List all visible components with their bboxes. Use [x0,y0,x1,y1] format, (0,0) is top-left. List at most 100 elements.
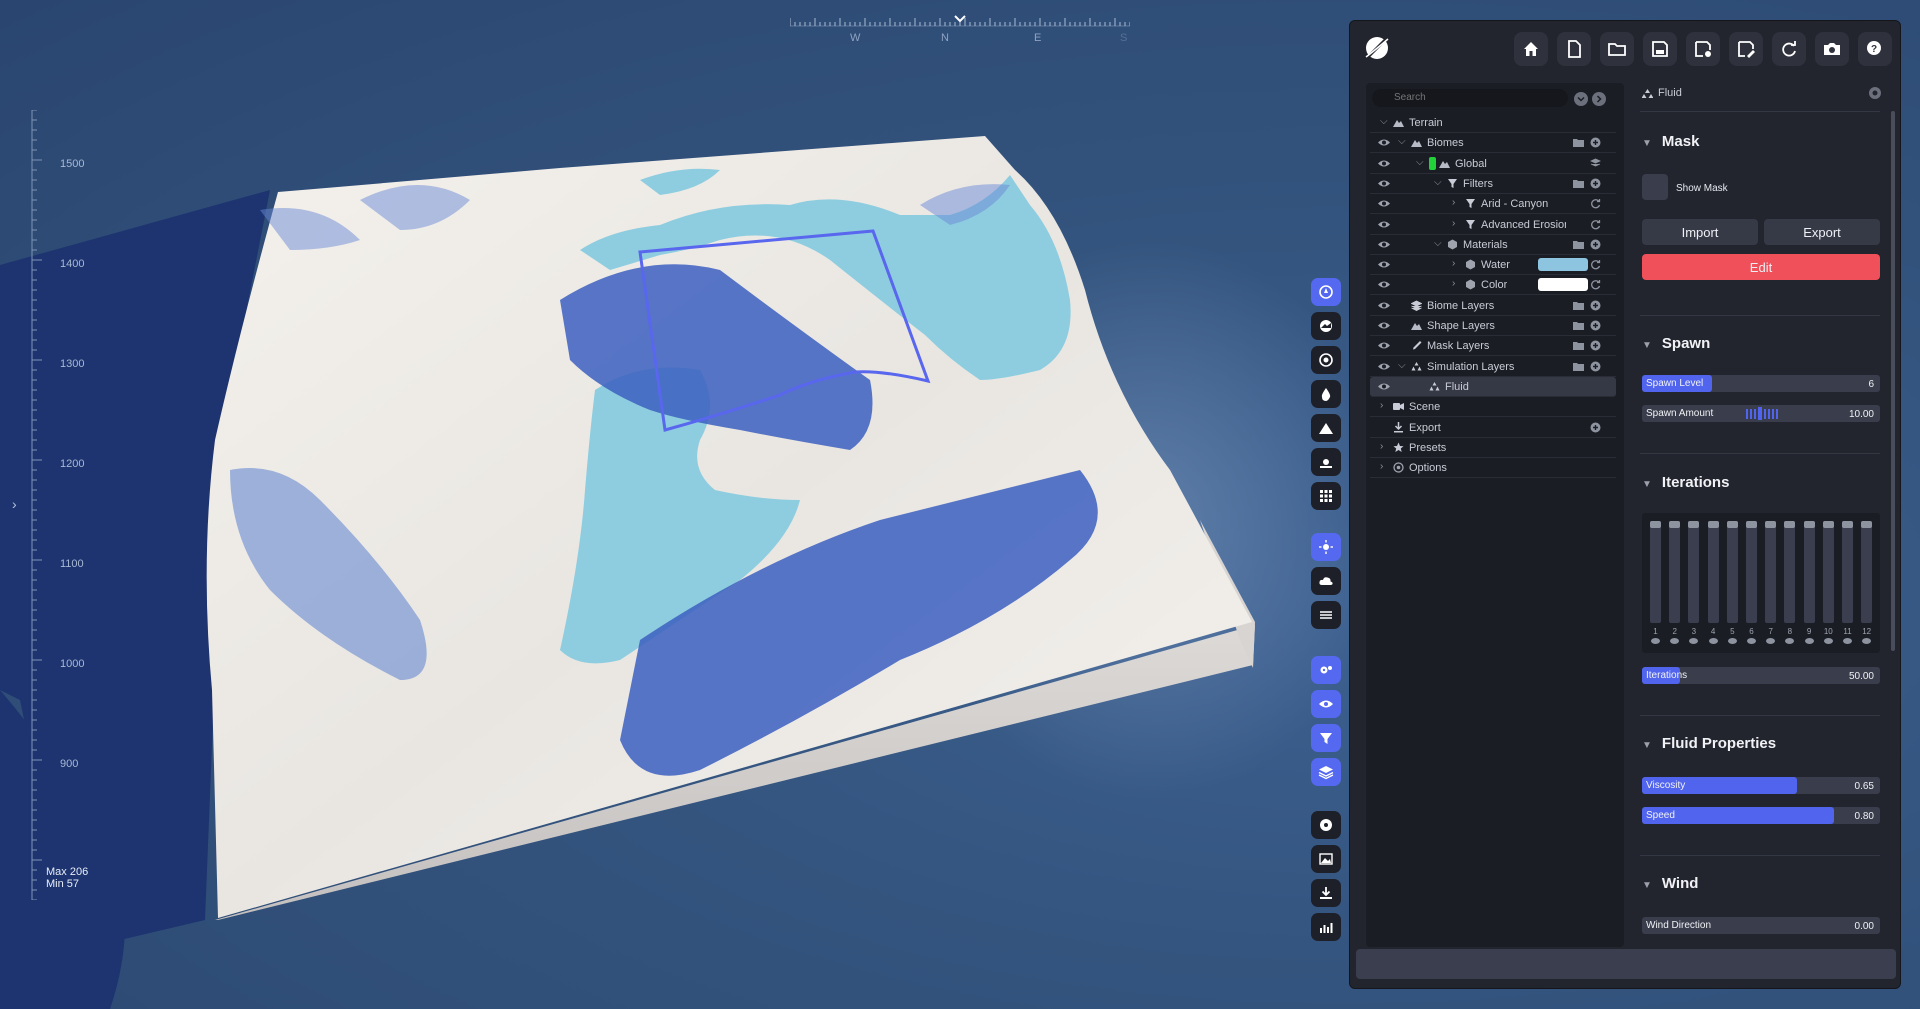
chevron-right-icon[interactable]: › [1452,278,1455,289]
tree-item[interactable]: ⌵ Biomes [1370,133,1616,154]
iteration-eye-icon[interactable] [1823,638,1833,644]
chevron-down-icon[interactable]: ⌵ [1398,360,1406,371]
visibility-eye-icon[interactable] [1377,381,1391,392]
save-as-icon[interactable] [1729,32,1763,66]
iteration-bar-handle[interactable] [1669,521,1681,528]
search-input[interactable] [1372,89,1568,107]
iterations-section-header[interactable]: ▼ Iterations [1642,474,1729,491]
iteration-eye-icon[interactable] [1804,638,1814,644]
add-icon[interactable] [1590,239,1601,250]
globe-icon[interactable] [1311,278,1341,306]
iteration-bar-handle[interactable] [1688,521,1700,528]
color-swatch[interactable] [1538,278,1588,292]
folder-icon[interactable] [1573,300,1584,311]
add-icon[interactable] [1590,300,1601,311]
save-settings-icon[interactable] [1686,32,1720,66]
image-icon[interactable] [1311,845,1341,873]
folder-icon[interactable] [1573,361,1584,372]
iteration-bar-handle[interactable] [1707,521,1719,528]
iteration-bar-handle[interactable] [1842,521,1853,528]
iteration-bar-handle[interactable] [1784,521,1796,528]
spawn-section-header[interactable]: ▼ Spawn [1642,335,1710,352]
iteration-bar[interactable] [1861,521,1873,623]
home-icon[interactable] [1514,32,1548,66]
properties-scrollbar[interactable] [1891,111,1895,651]
show-mask-checkbox[interactable] [1642,174,1668,200]
add-icon[interactable] [1590,178,1601,189]
iterations-graph[interactable]: 1 2 3 4 5 6 7 8 9 10 11 12 [1642,513,1880,653]
visibility-eye-icon[interactable] [1377,198,1391,209]
mask-section-header[interactable]: ▼ Mask [1642,133,1699,150]
iteration-eye-icon[interactable] [1651,638,1660,644]
chevron-right-icon[interactable]: › [1380,441,1383,452]
iteration-bar[interactable] [1650,521,1661,623]
settings-icon[interactable] [1868,86,1882,100]
iteration-bar[interactable] [1842,521,1853,623]
target-icon[interactable] [1311,346,1341,374]
layers-icon[interactable] [1311,758,1341,786]
tree-item[interactable]: › Advanced Erosion - Sc [1370,215,1616,235]
iteration-eye-icon[interactable] [1670,638,1680,644]
tree-item[interactable]: › Color [1370,275,1616,296]
folder-icon[interactable] [1573,320,1584,331]
water-drop-icon[interactable] [1311,380,1341,408]
visibility-eye-icon[interactable] [1377,300,1391,311]
speed-slider[interactable]: Speed 0.80 [1642,807,1880,824]
iteration-bar[interactable] [1784,521,1796,623]
open-folder-icon[interactable] [1600,32,1634,66]
refresh-icon[interactable] [1590,279,1601,290]
tree-item[interactable]: ⌵ Materials [1370,235,1616,255]
iteration-bar[interactable] [1669,521,1681,623]
visibility-eye-icon[interactable] [1377,259,1391,270]
stack-icon[interactable] [1590,158,1601,169]
visibility-eye-icon[interactable] [1377,320,1391,331]
visibility-eye-icon[interactable] [1377,239,1391,250]
chevron-right-icon[interactable]: › [1452,218,1455,229]
fog-icon[interactable] [1311,601,1341,629]
iteration-bar-handle[interactable] [1765,521,1777,528]
visibility-eye-icon[interactable] [1377,178,1391,189]
visibility-eye-icon[interactable] [1377,158,1391,169]
save-icon[interactable] [1643,32,1677,66]
tree-item[interactable]: Export [1370,418,1616,438]
iteration-eye-icon[interactable] [1785,638,1795,644]
iteration-eye-icon[interactable] [1766,638,1776,644]
tree-item[interactable]: › Options [1370,458,1616,479]
chevron-right-icon[interactable] [1592,92,1606,106]
visibility-eye-icon[interactable] [1377,219,1391,230]
iteration-eye-icon[interactable] [1689,638,1699,644]
eye-icon[interactable] [1311,690,1341,718]
tree-item[interactable]: › Scene [1370,397,1616,418]
chevron-down-icon[interactable] [1574,92,1588,106]
spawn-amount-slider[interactable]: Spawn Amount 10.00 [1642,405,1880,422]
folder-icon[interactable] [1573,239,1584,250]
help-icon[interactable]: ? [1858,32,1892,66]
iteration-bar-handle[interactable] [1861,521,1873,528]
iteration-bar-handle[interactable] [1650,521,1661,528]
refresh-icon[interactable] [1772,32,1806,66]
visibility-eye-icon[interactable] [1377,340,1391,351]
wind-section-header[interactable]: ▼ Wind [1642,875,1698,892]
iteration-bar[interactable] [1726,521,1738,623]
add-icon[interactable] [1590,137,1601,148]
filter-icon[interactable] [1311,724,1341,752]
visibility-eye-icon[interactable] [1377,137,1391,148]
visibility-eye-icon[interactable] [1377,361,1391,372]
iteration-bar-handle[interactable] [1746,521,1757,528]
refresh-icon[interactable] [1590,198,1601,209]
export-button[interactable]: Export [1764,219,1880,245]
tree-item[interactable]: Shape Layers [1370,316,1616,336]
iteration-bar-handle[interactable] [1822,521,1834,528]
iteration-bar-handle[interactable] [1726,521,1738,528]
iteration-bar[interactable] [1688,521,1700,623]
chevron-right-icon[interactable]: › [12,496,17,512]
chevron-right-icon[interactable]: › [1380,400,1383,411]
spawn-level-slider[interactable]: Spawn Level 6 [1642,375,1880,392]
iteration-eye-icon[interactable] [1843,638,1852,644]
iteration-eye-icon[interactable] [1727,638,1737,644]
chevron-down-icon[interactable]: ⌵ [1434,238,1442,249]
chart-icon[interactable] [1311,913,1341,941]
add-icon[interactable] [1590,361,1601,372]
settings-gears-icon[interactable] [1311,656,1341,684]
chevron-down-icon[interactable]: ⌵ [1434,177,1442,188]
